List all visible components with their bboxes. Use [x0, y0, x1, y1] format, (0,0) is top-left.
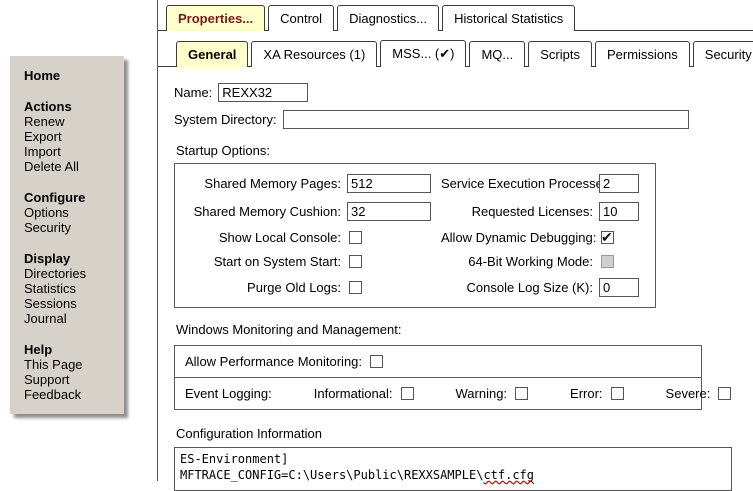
tab-control[interactable]: Control	[268, 5, 334, 31]
event-error-checkbox[interactable]	[611, 387, 624, 400]
start-on-system-start-checkbox[interactable]	[349, 255, 362, 268]
sidebar-item-renew[interactable]: Renew	[24, 114, 124, 129]
sidebar-section-actions: Actions	[24, 99, 124, 114]
tab-properties[interactable]: Properties...	[166, 5, 265, 31]
sidebar-section-display: Display	[24, 251, 124, 266]
tab-diagnostics[interactable]: Diagnostics...	[337, 5, 439, 31]
purge-old-logs-checkbox[interactable]	[349, 281, 362, 294]
sidebar-item-this-page[interactable]: This Page	[24, 357, 124, 372]
name-input[interactable]	[218, 83, 308, 102]
properties-tab-bar: General XA Resources (1) MSS... (✔) MQ..…	[158, 31, 753, 67]
system-directory-input[interactable]	[283, 110, 689, 129]
show-local-console-label: Show Local Console:	[175, 230, 347, 245]
requested-licenses-input[interactable]	[599, 202, 639, 221]
shared-memory-pages-label: Shared Memory Pages:	[175, 176, 347, 191]
event-severe-label: Severe:	[666, 386, 711, 401]
event-error-pair: Error:	[570, 386, 624, 401]
start-on-system-start-label: Start on System Start:	[175, 254, 347, 269]
purge-old-logs-label: Purge Old Logs:	[175, 280, 347, 295]
general-properties-form: Name: System Directory: Startup Options:…	[158, 67, 753, 491]
sidebar-item-support[interactable]: Support	[24, 372, 124, 387]
tab-scripts[interactable]: Scripts	[528, 41, 592, 67]
event-informational-label: Informational:	[314, 386, 393, 401]
sidebar-item-directories[interactable]: Directories	[24, 266, 124, 281]
sidebar-menu: Home Actions Renew Export Import Delete …	[10, 56, 124, 414]
event-error-label: Error:	[570, 386, 603, 401]
sidebar-item-journal[interactable]: Journal	[24, 311, 124, 326]
main-panel: Properties... Control Diagnostics... His…	[157, 0, 753, 481]
system-directory-label: System Directory:	[174, 112, 277, 127]
system-directory-row: System Directory:	[174, 110, 753, 129]
sidebar-item-feedback[interactable]: Feedback	[24, 387, 124, 402]
64bit-working-mode-checkbox	[601, 255, 614, 268]
startup-options-label: Startup Options:	[176, 143, 753, 158]
event-warning-checkbox[interactable]	[515, 387, 528, 400]
sidebar-item-export[interactable]: Export	[24, 129, 124, 144]
sidebar-item-home[interactable]: Home	[24, 68, 124, 83]
shared-memory-cushion-input[interactable]	[347, 202, 431, 221]
requested-licenses-label: Requested Licenses:	[441, 204, 599, 219]
allow-dynamic-debugging-checkbox[interactable]	[601, 231, 614, 244]
tab-historical-statistics[interactable]: Historical Statistics	[442, 5, 575, 31]
monitoring-group: Allow Performance Monitoring: Event Logg…	[174, 345, 702, 410]
sidebar-item-sessions[interactable]: Sessions	[24, 296, 124, 311]
shared-memory-cushion-label: Shared Memory Cushion:	[175, 204, 347, 219]
event-logging-label: Event Logging:	[185, 386, 272, 401]
tab-permissions[interactable]: Permissions	[595, 41, 690, 67]
shared-memory-pages-input[interactable]	[347, 174, 431, 193]
name-row: Name:	[174, 83, 753, 102]
tab-mq[interactable]: MQ...	[469, 41, 525, 67]
event-logging-row: Event Logging: Informational: Warning: E…	[175, 378, 701, 409]
service-execution-processes-label: Service Execution Processes:	[441, 176, 599, 191]
allow-performance-monitoring-label: Allow Performance Monitoring:	[185, 354, 362, 369]
name-label: Name:	[174, 85, 212, 100]
sidebar-section-configure: Configure	[24, 190, 124, 205]
console-log-size-label: Console Log Size (K):	[441, 280, 599, 295]
sidebar-section-help: Help	[24, 342, 124, 357]
top-tab-bar: Properties... Control Diagnostics... His…	[158, 0, 753, 31]
configuration-line-2-misspelled: ctf.cfg	[483, 468, 534, 482]
console-log-size-input[interactable]	[599, 278, 639, 297]
tab-general[interactable]: General	[176, 41, 248, 67]
tab-mss[interactable]: MSS... (✔)	[380, 40, 466, 67]
sidebar-item-import[interactable]: Import	[24, 144, 124, 159]
sidebar-item-security[interactable]: Security	[24, 220, 124, 235]
event-informational-pair: Informational:	[314, 386, 414, 401]
sidebar-item-options[interactable]: Options	[24, 205, 124, 220]
tab-security[interactable]: Security	[693, 41, 753, 67]
configuration-line-1: ES-Environment]	[180, 451, 726, 467]
event-informational-checkbox[interactable]	[401, 387, 414, 400]
configuration-line-2-path: MFTRACE_CONFIG=C:\Users\Public\REXXSAMPL…	[180, 468, 483, 482]
configuration-textarea[interactable]: ES-Environment] MFTRACE_CONFIG=C:\Users\…	[174, 447, 732, 491]
service-execution-processes-input[interactable]	[599, 174, 639, 193]
startup-options-group: Shared Memory Pages: Service Execution P…	[174, 163, 656, 308]
allow-dynamic-debugging-label: Allow Dynamic Debugging:	[441, 230, 599, 245]
configuration-information-label: Configuration Information	[176, 426, 753, 441]
sidebar-item-statistics[interactable]: Statistics	[24, 281, 124, 296]
event-severe-pair: Severe:	[666, 386, 732, 401]
event-severe-checkbox[interactable]	[718, 387, 731, 400]
tab-xa-resources[interactable]: XA Resources (1)	[251, 41, 377, 67]
sidebar-item-delete-all[interactable]: Delete All	[24, 159, 124, 174]
event-warning-label: Warning:	[456, 386, 508, 401]
allow-performance-monitoring-checkbox[interactable]	[370, 355, 383, 368]
event-warning-pair: Warning:	[456, 386, 529, 401]
monitoring-title: Windows Monitoring and Management:	[176, 322, 753, 337]
64bit-working-mode-label: 64-Bit Working Mode:	[441, 254, 599, 269]
allow-performance-monitoring-row: Allow Performance Monitoring:	[175, 346, 701, 377]
show-local-console-checkbox[interactable]	[349, 231, 362, 244]
